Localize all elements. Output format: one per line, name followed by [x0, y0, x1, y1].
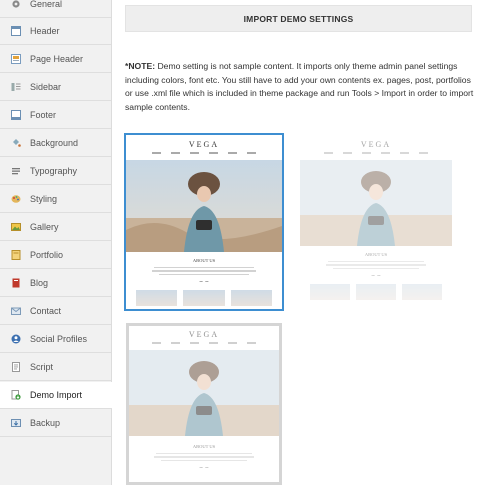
- header-icon: [11, 26, 21, 36]
- sidebar-item-label: Social Profiles: [30, 334, 88, 344]
- demo-thumbnail-3[interactable]: VEGA ABOUT US ~ ~: [126, 323, 282, 485]
- sidebar-item-label: Backup: [30, 418, 61, 428]
- sidebar-item-label: Typography: [30, 166, 78, 176]
- sidebar-item-portfolio[interactable]: Portfolio: [0, 242, 111, 269]
- sidebar-item-label: Demo Import: [30, 390, 83, 400]
- sidebar-item-label: Gallery: [30, 222, 59, 232]
- import-icon: [11, 390, 21, 400]
- sidebar-item-demo-import[interactable]: Demo Import: [0, 382, 112, 409]
- sidebar-item-typography[interactable]: Typography: [0, 158, 111, 185]
- page-header-icon: [11, 54, 21, 64]
- gallery-icon: [11, 222, 21, 232]
- typography-icon: [11, 166, 21, 176]
- demo-signature: ~ ~: [199, 465, 209, 471]
- sidebar-item-label: Portfolio: [30, 250, 64, 260]
- sidebar-item-sidebar[interactable]: Sidebar: [0, 74, 111, 101]
- demo-about-heading: ABOUT US: [192, 443, 216, 449]
- backup-icon: [11, 418, 21, 428]
- sidebar-item-label: General: [30, 0, 63, 9]
- sidebar-item-label: Script: [30, 362, 54, 372]
- demo-signature: ~ ~: [371, 273, 381, 279]
- demo-about-heading: ABOUT US: [364, 251, 388, 257]
- sidebar-item-label: Styling: [30, 194, 58, 204]
- script-icon: [11, 362, 21, 372]
- sidebar-item-gallery[interactable]: Gallery: [0, 214, 111, 241]
- sidebar-item-background[interactable]: Background: [0, 130, 111, 157]
- demo-nav: [300, 152, 452, 154]
- sidebar-item-label: Header: [30, 26, 60, 36]
- sidebar-item-label: Page Header: [30, 54, 84, 64]
- sidebar-item-label: Footer: [30, 110, 57, 120]
- paint-bucket-icon: [11, 138, 21, 148]
- mail-icon: [11, 306, 21, 316]
- note-label: *NOTE:: [125, 61, 156, 71]
- demo-logo: VEGA: [360, 140, 392, 149]
- sidebar-item-label: Contact: [30, 306, 62, 316]
- demo-nav: [129, 342, 279, 344]
- sidebar-item-script[interactable]: Script: [0, 354, 111, 381]
- book-icon: [11, 278, 21, 288]
- sidebar-item-contact[interactable]: Contact: [0, 298, 111, 325]
- sidebar-item-backup[interactable]: Backup: [0, 410, 111, 437]
- demo-about-heading: ABOUT US: [192, 257, 216, 263]
- demo-thumbnail-2[interactable]: VEGA ABOUT US ~ ~: [300, 136, 452, 308]
- demo-hero-image: [129, 349, 279, 436]
- page-title: IMPORT DEMO SETTINGS: [125, 5, 472, 32]
- social-icon: [11, 334, 21, 344]
- note-text: Demo setting is not sample content. It i…: [125, 61, 474, 112]
- gear-icon: [11, 0, 21, 9]
- demo-logo: VEGA: [188, 330, 220, 339]
- sidebar-item-label: Sidebar: [30, 82, 62, 92]
- demo-note: *NOTE: Demo setting is not sample conten…: [125, 60, 475, 114]
- demo-nav: [126, 152, 282, 154]
- demo-logo: VEGA: [188, 140, 220, 149]
- sidebar-item-footer[interactable]: Footer: [0, 102, 111, 129]
- footer-icon: [11, 110, 21, 120]
- sidebar-icon: [11, 82, 21, 92]
- demo-hero-image: [126, 159, 282, 252]
- sidebar-item-styling[interactable]: Styling: [0, 186, 111, 213]
- demo-hero-image: [300, 159, 452, 246]
- sidebar-item-page-header[interactable]: Page Header: [0, 46, 111, 73]
- demo-signature: ~ ~: [199, 279, 209, 285]
- sidebar-item-blog[interactable]: Blog: [0, 270, 111, 297]
- demo-thumbnail-1[interactable]: VEGA ABOUT US ~ ~: [124, 133, 284, 311]
- sidebar-item-label: Blog: [30, 278, 49, 288]
- palette-icon: [11, 194, 21, 204]
- portfolio-icon: [11, 250, 21, 260]
- sidebar-item-label: Background: [30, 138, 79, 148]
- sidebar-item-general[interactable]: General: [0, 0, 111, 18]
- sidebar-item-social-profiles[interactable]: Social Profiles: [0, 326, 111, 353]
- settings-sidebar: General Header Page Header Sidebar Foote…: [0, 0, 112, 485]
- sidebar-item-header[interactable]: Header: [0, 18, 111, 45]
